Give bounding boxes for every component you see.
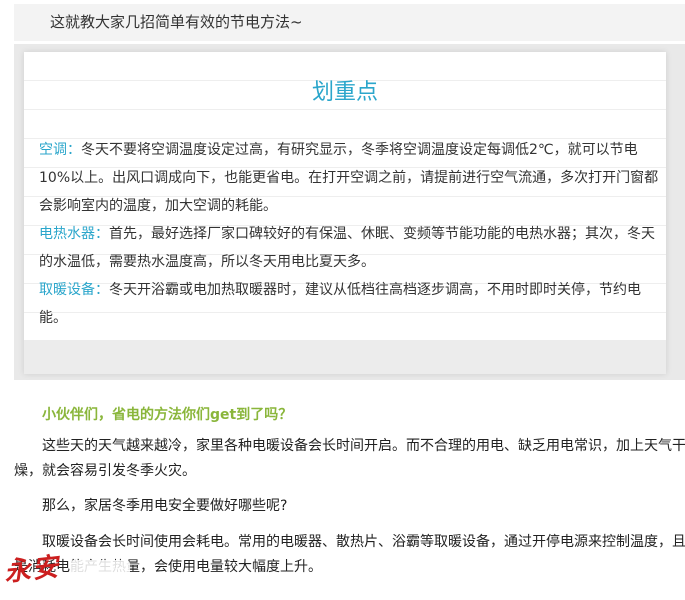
paragraph-2: 那么，家居冬季用电安全要做好哪些呢? [42,498,288,514]
paragraph-1: 这些天的天气越来越冷，家里各种电暖设备会长时间开启。而不合理的用电、缺乏用电常识… [14,438,685,479]
key-points-card: 划重点 空调：冬天不要将空调温度设定过高，有研究显示，冬季将空调温度设定每调低2… [24,52,666,374]
intro-text: 这就教大家几招简单有效的节电方法~ [50,13,303,31]
watermark-logo: 永安 [2,552,62,588]
item-text: 冬天不要将空调温度设定过高，有研究显示，冬季将空调温度设定每调低2℃，就可以节电… [39,142,659,214]
item-label: 空调： [39,142,81,158]
item-text: 冬天开浴霸或电加热取暖器时，建议从低档往高档逐步调高，不用时即时关停，节约电能。 [39,282,641,326]
item-label: 电热水器： [39,226,109,242]
intro-banner: 这就教大家几招简单有效的节电方法~ [14,4,685,41]
item-heating-device: 取暖设备：冬天开浴霸或电加热取暖器时，建议从低档往高档逐步调高，不用时即时关停，… [39,276,659,332]
item-water-heater: 电热水器：首先，最好选择厂家口碑较好的有保温、休眠、变频等节能功能的电热水器；其… [39,220,659,276]
card-footer-band [24,340,666,374]
item-label: 取暖设备： [39,282,109,298]
watermark-smudge [70,560,130,580]
item-text: 首先，最好选择厂家口碑较好的有保温、休眠、变频等节能功能的电热水器；其次，冬天的… [39,226,655,270]
item-air-conditioner: 空调：冬天不要将空调温度设定过高，有研究显示，冬季将空调温度设定每调低2℃，就可… [39,136,659,220]
card-title: 划重点 [311,80,378,105]
section-title: 小伙伴们，省电的方法你们get到了吗？ [42,407,293,423]
